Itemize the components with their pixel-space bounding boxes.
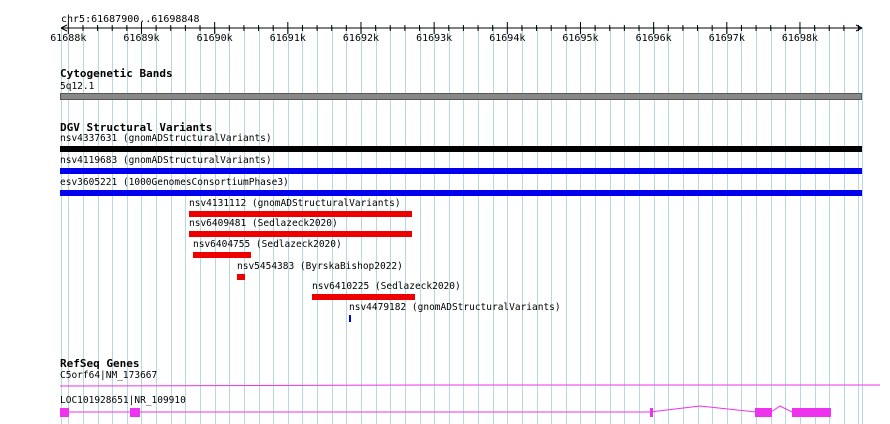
grid-line <box>815 27 816 424</box>
ruler-tick-label: 61698k <box>781 33 819 44</box>
grid-line <box>829 27 830 424</box>
grid-line <box>405 27 406 424</box>
ruler-tick-label: 61692k <box>342 33 380 44</box>
ruler-tick-label: 61693k <box>416 33 453 44</box>
grid-line <box>844 27 845 424</box>
grid-line <box>654 27 655 424</box>
variant-label[interactable]: nsv4131112 (gnomADStructuralVariants) <box>189 198 401 209</box>
ruler-tick-label: 61697k <box>708 33 745 44</box>
ruler-tick-label: 61694k <box>489 33 526 44</box>
grid-line <box>346 27 347 424</box>
variant-bar[interactable] <box>312 294 415 300</box>
grid-line <box>478 27 479 424</box>
cytoband-label: 5q12.1 <box>60 81 95 92</box>
refseq-track-title: RefSeq Genes <box>60 357 140 370</box>
grid-line <box>771 27 772 424</box>
variant-label[interactable]: nsv6410225 (Sedlazeck2020) <box>312 281 461 292</box>
variant-bar[interactable] <box>193 252 251 258</box>
ruler-tick-label: 61696k <box>635 33 672 44</box>
grid-line <box>449 27 450 424</box>
variant-bar[interactable] <box>60 190 862 196</box>
variant-label[interactable]: nsv4479182 (gnomADStructuralVariants) <box>349 302 561 313</box>
grid-line <box>376 27 377 424</box>
variant-label[interactable]: nsv6409481 (Sedlazeck2020) <box>189 218 338 229</box>
grid-line <box>595 27 596 424</box>
grid-line <box>610 27 611 424</box>
grid-line <box>171 27 172 424</box>
grid-line <box>668 27 669 424</box>
variant-bar[interactable] <box>60 146 862 152</box>
grid-line <box>698 27 699 424</box>
grid-line <box>756 27 757 424</box>
variant-bar[interactable] <box>237 274 245 280</box>
variant-label[interactable]: nsv6404755 (Sedlazeck2020) <box>193 239 342 250</box>
variant-bar[interactable] <box>189 231 412 237</box>
grid-line <box>551 27 552 424</box>
grid-line <box>800 27 801 424</box>
grid-edge-line <box>862 27 863 424</box>
grid-line <box>390 27 391 424</box>
cytoband-bar[interactable] <box>60 93 862 100</box>
grid-line <box>434 27 435 424</box>
grid-line <box>566 27 567 424</box>
variant-bar[interactable] <box>60 168 862 174</box>
grid-line <box>683 27 684 424</box>
grid-line <box>185 27 186 424</box>
grid-line <box>712 27 713 424</box>
grid-line <box>785 27 786 424</box>
cytobands-track-title: Cytogenetic Bands <box>60 67 173 80</box>
grid-line <box>361 27 362 424</box>
variant-label[interactable]: nsv5454383 (ByrskaBishop2022) <box>237 261 403 272</box>
variant-label[interactable]: esv3605221 (1000GenomesConsortiumPhase3) <box>60 177 289 188</box>
grid-line <box>741 27 742 424</box>
grid-line <box>493 27 494 424</box>
ruler-tick-label: 61690k <box>196 33 233 44</box>
ruler-tick-label: 61688k <box>50 33 87 44</box>
grid-line <box>858 27 859 424</box>
ruler-tick-label: 61691k <box>269 33 306 44</box>
grid-line <box>507 27 508 424</box>
grid-line <box>639 27 640 424</box>
variant-bar[interactable] <box>189 211 412 217</box>
grid-line <box>624 27 625 424</box>
variant-label[interactable]: nsv4337631 (gnomADStructuralVariants) <box>60 133 272 144</box>
grid-line <box>537 27 538 424</box>
grid-line <box>727 27 728 424</box>
variant-bar[interactable] <box>349 315 351 322</box>
gene-model-loc101928651[interactable] <box>0 402 890 422</box>
grid-line <box>463 27 464 424</box>
grid-line <box>580 27 581 424</box>
grid-line <box>141 27 142 424</box>
grid-line <box>156 27 157 424</box>
gene-model-c5orf64[interactable] <box>0 378 890 392</box>
variant-label[interactable]: nsv4119683 (gnomADStructuralVariants) <box>60 155 272 166</box>
ruler-tick-label: 61695k <box>562 33 599 44</box>
grid-line <box>522 27 523 424</box>
grid-line <box>420 27 421 424</box>
ruler-tick-label: 61689k <box>123 33 160 44</box>
genome-track-view: chr5:61687900..61698848 61688k 61689k 6169… <box>0 0 890 424</box>
